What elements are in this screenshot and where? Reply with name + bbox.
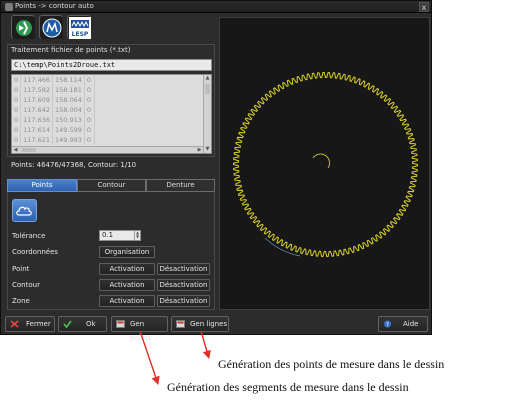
gen-lines-arrow — [200, 330, 211, 360]
gen-points-arrow — [139, 330, 160, 385]
segments-generation-caption: Génération des segments de mesure dans l… — [167, 380, 409, 394]
annotation-arrows — [139, 330, 211, 385]
points-generation-caption: Génération des points de mesure dans le … — [218, 357, 445, 371]
